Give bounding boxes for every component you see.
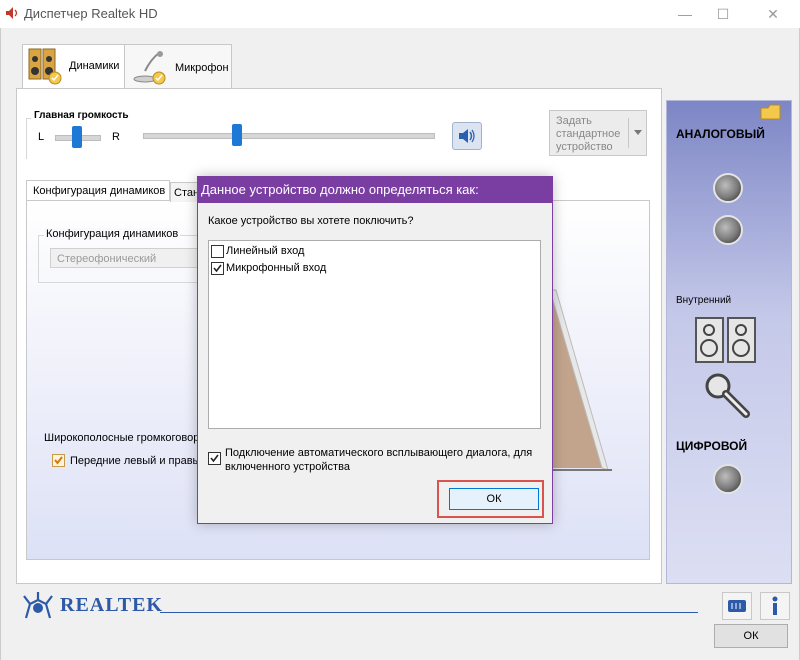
dialog-question: Какое устройство вы хотете поключить? (208, 215, 414, 227)
front-lr-checkbox[interactable] (52, 454, 65, 467)
auto-popup-checkbox[interactable] (208, 452, 221, 465)
app-speaker-icon (5, 6, 19, 20)
dialog-ok-button[interactable]: ОК (449, 488, 539, 510)
mute-button[interactable] (452, 122, 482, 150)
volume-slider-thumb[interactable] (232, 124, 242, 146)
auto-popup-label[interactable]: Подключение автоматического всплывающего… (225, 446, 541, 474)
broadband-speakers-label: Широкополосные громкоговор (44, 432, 200, 444)
main-volume-title: Главная громкость (34, 110, 129, 121)
speaker-config-select[interactable]: Стереофонический (50, 248, 198, 268)
realtek-logo-text: REALTEK (60, 594, 163, 616)
info-icon (769, 596, 781, 616)
mic-in-label[interactable]: Микрофонный вход (226, 262, 326, 274)
internal-speakers-icon[interactable] (694, 316, 758, 364)
tab-speaker-config[interactable]: Конфигурация динамиков (26, 180, 170, 200)
digital-jack[interactable] (713, 464, 743, 494)
tab-microphone-label: Микрофон (175, 62, 229, 74)
speaker-volume-icon (458, 127, 476, 145)
balance-right-label: R (112, 131, 120, 143)
folder-icon[interactable] (760, 102, 782, 122)
digital-label: ЦИФРОВОЙ (676, 439, 748, 453)
front-lr-label: Передние левый и правы (70, 455, 201, 467)
set-default-device-label: Задать стандартное устройство (556, 115, 621, 153)
volume-slider[interactable] (143, 133, 435, 139)
analog-jack-1[interactable] (713, 173, 743, 203)
maximize-icon[interactable]: ☐ (700, 0, 746, 28)
line-in-checkbox[interactable] (211, 245, 224, 258)
realtek-logo: REALTEK (20, 590, 163, 620)
analog-label: АНАЛОГОВЫЙ (676, 127, 765, 141)
info-button[interactable] (760, 592, 790, 620)
chevron-down-icon[interactable] (628, 118, 647, 148)
speaker-config-label: Конфигурация динамиков (44, 228, 181, 240)
device-settings-icon (728, 600, 746, 612)
brand-divider (160, 612, 698, 613)
tab-speakers-label: Динамики (69, 60, 120, 72)
microphone-icon (131, 49, 167, 85)
device-advanced-button[interactable] (722, 592, 752, 620)
window-title: Диспетчер Realtek HD (24, 6, 158, 21)
close-icon[interactable]: ✕ (750, 0, 796, 28)
ok-button[interactable]: ОК (714, 624, 788, 648)
analog-jack-2[interactable] (713, 215, 743, 245)
internal-label: Внутренний (676, 295, 732, 306)
main-volume-group-line (26, 118, 31, 159)
dialog-title: Данное устройство должно определяться ка… (201, 182, 479, 197)
speakers-icon (27, 47, 63, 85)
tab-speakers[interactable]: Динамики (22, 44, 126, 89)
tab-microphone[interactable]: Микрофон (124, 44, 232, 89)
balance-slider-thumb[interactable] (72, 126, 82, 148)
internal-microphone-icon[interactable] (704, 372, 754, 422)
mic-in-checkbox[interactable] (211, 262, 224, 275)
line-in-label[interactable]: Линейный вход (226, 245, 304, 257)
balance-left-label: L (38, 131, 45, 143)
